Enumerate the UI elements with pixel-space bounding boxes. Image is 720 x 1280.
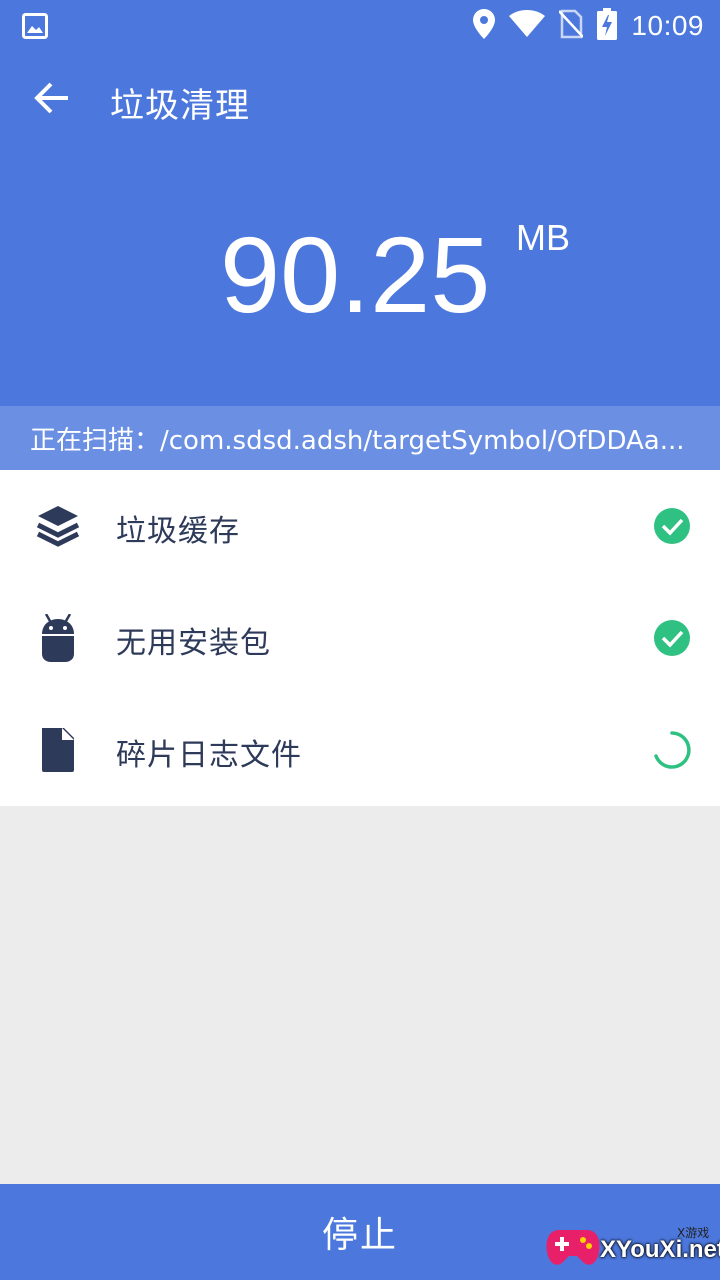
android-icon bbox=[34, 613, 82, 662]
check-circle-icon bbox=[652, 618, 692, 658]
list-item-useless-apk[interactable]: 无用安装包 bbox=[0, 582, 720, 694]
gamepad-icon bbox=[545, 1226, 601, 1275]
list-item-label: 无用安装包 bbox=[116, 626, 271, 661]
list-item-label: 碎片日志文件 bbox=[116, 738, 302, 773]
arrow-left-icon bbox=[34, 82, 70, 119]
scanning-path-bar: 正在扫描：/com.sdsd.adsh/targetSymbol/OfDDAa.… bbox=[0, 406, 720, 470]
check-circle-icon bbox=[652, 506, 692, 546]
image-icon bbox=[22, 13, 48, 44]
junk-size-display: 90.25 MB bbox=[0, 215, 720, 335]
page-title: 垃圾清理 bbox=[110, 86, 250, 126]
junk-size-unit: MB bbox=[516, 217, 570, 258]
list-item-log-files[interactable]: 碎片日志文件 bbox=[0, 694, 720, 806]
clock: 10:09 bbox=[631, 10, 704, 41]
watermark-logo: X游戏 XYouXi.net bbox=[545, 1222, 720, 1275]
loading-spinner-icon bbox=[652, 730, 692, 770]
list-item-junk-cache[interactable]: 垃圾缓存 bbox=[0, 470, 720, 582]
no-sim-icon bbox=[558, 9, 585, 44]
file-icon bbox=[34, 726, 82, 774]
layers-icon bbox=[34, 502, 82, 550]
wifi-icon bbox=[509, 9, 546, 43]
header: 10:09 垃圾清理 90.25 MB bbox=[0, 0, 720, 406]
watermark-text: XYouXi.net bbox=[600, 1236, 720, 1263]
scanning-path-text: 正在扫描：/com.sdsd.adsh/targetSymbol/OfDDAa.… bbox=[30, 425, 685, 456]
back-button[interactable] bbox=[24, 72, 80, 128]
list-item-label: 垃圾缓存 bbox=[116, 514, 240, 549]
battery-charging-icon bbox=[597, 7, 618, 45]
scan-category-list: 垃圾缓存 无用安装包 碎片日志文件 bbox=[0, 470, 720, 806]
toolbar: 垃圾清理 bbox=[0, 50, 720, 146]
status-bar: 10:09 bbox=[0, 0, 720, 50]
stop-button-label: 停止 bbox=[321, 1215, 398, 1256]
location-icon bbox=[473, 8, 496, 44]
junk-size-value: 90.25 bbox=[220, 214, 491, 335]
